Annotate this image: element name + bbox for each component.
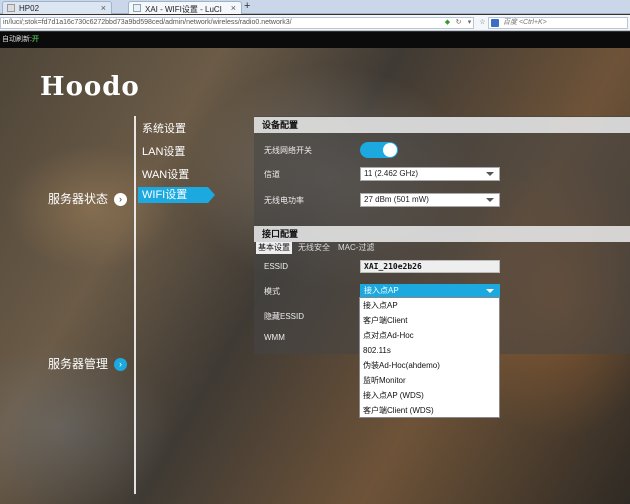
mode-option[interactable]: 接入点AP	[360, 298, 499, 313]
tab-close-icon[interactable]: ×	[101, 3, 106, 13]
browser-tab-hp02[interactable]: HP02 ×	[2, 1, 112, 14]
bookmark-icon[interactable]: ☆	[478, 18, 487, 27]
arrow-right-icon: ›	[114, 193, 128, 206]
arrow-right-icon: ›	[114, 358, 128, 371]
essid-input[interactable]: XAI_210e2b26	[360, 260, 500, 273]
dropdown-arrow-icon[interactable]: ▾	[465, 18, 474, 27]
subnav-wan-settings[interactable]: WAN设置	[142, 166, 189, 182]
interface-config-header: 接口配置	[254, 226, 630, 242]
channel-value: 11 (2.462 GHz)	[364, 169, 419, 178]
search-placeholder: 百度 <Ctrl+K>	[503, 19, 547, 26]
auto-refresh-strip: 自动刷新:开	[0, 32, 630, 48]
brand-logo: Hoodo	[40, 72, 140, 102]
mode-option[interactable]: 伪装Ad-Hoc(ahdemo)	[360, 358, 499, 373]
new-tab-button[interactable]: +	[244, 0, 250, 13]
tx-power-label: 无线电功率	[264, 196, 304, 205]
page-favicon-icon	[133, 4, 141, 12]
page-favicon-icon	[7, 4, 15, 12]
mode-label: 模式	[264, 287, 280, 296]
subnav-lan-settings[interactable]: LAN设置	[142, 143, 185, 159]
tab-close-icon[interactable]: ×	[231, 3, 236, 13]
subnav-wifi-settings[interactable]: WIFI设置	[138, 187, 215, 203]
hide-essid-label: 隐藏ESSID	[264, 312, 305, 321]
mode-option[interactable]: 点对点Ad-Hoc	[360, 328, 499, 343]
browser-tab-bar: HP02 × XAI - WIFI设置 - LuCI × +	[0, 0, 630, 14]
channel-select[interactable]: 11 (2.462 GHz)	[360, 167, 500, 181]
tab-wireless-security[interactable]: 无线安全	[296, 242, 332, 254]
mode-option[interactable]: 监听Monitor	[360, 373, 499, 388]
router-admin-page: Hoodo 服务器状态 › 服务器管理 › 系统设置 LAN设置 WAN设置 WIF…	[0, 48, 630, 504]
essid-label: ESSID	[264, 262, 289, 271]
mode-select[interactable]: 接入点AP	[360, 284, 500, 298]
wifi-switch-label: 无线网络开关	[264, 146, 312, 155]
chevron-down-icon	[486, 198, 494, 202]
toggle-knob	[383, 143, 397, 157]
address-bar[interactable]: in/luci/;stok=fd7d1a16c730c6272bbd73a9bd…	[0, 17, 474, 29]
tab-title: HP02	[19, 4, 40, 13]
tx-power-value: 27 dBm (501 mW)	[364, 195, 429, 204]
browser-tab-luci[interactable]: XAI - WIFI设置 - LuCI ×	[128, 1, 242, 14]
auto-refresh-state[interactable]: 开	[32, 36, 39, 43]
nav-divider	[134, 116, 136, 494]
device-config-header: 设备配置	[254, 117, 630, 133]
browser-nav-bar: in/luci/;stok=fd7d1a16c730c6272bbd73a9bd…	[0, 15, 630, 31]
wmm-label: WMM	[264, 333, 285, 342]
tab-title: XAI - WIFI设置 - LuCI	[145, 5, 222, 14]
nav-section-label: 服务器管理	[48, 357, 109, 371]
shield-icon[interactable]: ◆	[443, 18, 452, 27]
mode-option[interactable]: 客户端Client (WDS)	[360, 403, 499, 418]
tx-power-select[interactable]: 27 dBm (501 mW)	[360, 193, 500, 207]
mode-option[interactable]: 接入点AP (WDS)	[360, 388, 499, 403]
auto-refresh-label: 自动刷新:	[2, 36, 32, 43]
channel-label: 信道	[264, 170, 280, 179]
nav-section-label: 服务器状态	[48, 192, 109, 206]
chevron-down-icon	[486, 289, 494, 293]
mode-option[interactable]: 客户端Client	[360, 313, 499, 328]
subnav-system-settings[interactable]: 系统设置	[142, 120, 186, 136]
chevron-down-icon	[486, 172, 494, 176]
search-input[interactable]: 百度 <Ctrl+K>	[488, 17, 628, 29]
nav-server-management[interactable]: 服务器管理 ›	[48, 355, 128, 372]
search-engine-icon[interactable]	[491, 19, 499, 27]
nav-server-status[interactable]: 服务器状态 ›	[48, 190, 128, 207]
mode-value: 接入点AP	[364, 286, 399, 295]
mode-dropdown-list: 接入点AP 客户端Client 点对点Ad-Hoc 802.11s 伪装Ad-H…	[359, 297, 500, 418]
tab-mac-filter[interactable]: MAC-过滤	[336, 242, 376, 254]
mode-option[interactable]: 802.11s	[360, 343, 499, 358]
reload-icon[interactable]: ↻	[454, 18, 463, 27]
tab-basic-settings[interactable]: 基本设置	[256, 242, 292, 254]
wifi-switch-toggle[interactable]	[360, 142, 398, 158]
